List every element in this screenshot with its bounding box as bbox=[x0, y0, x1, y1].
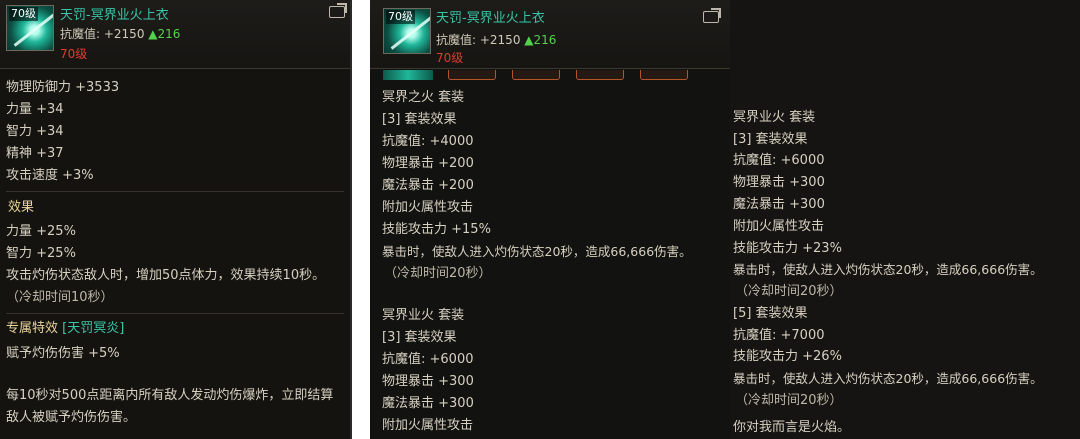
exclusive-tag: [天罚冥炎] bbox=[62, 321, 125, 336]
set-effect-line: 暴击时，使敌人进入灼伤状态20秒，造成66,666伤害。 bbox=[733, 262, 1043, 277]
set-effect-line: 物理暴击 +300 bbox=[382, 374, 474, 389]
set-effect-line: 魔法暴击 +300 bbox=[382, 396, 474, 411]
base-stat: 攻击速度 +3% bbox=[6, 168, 94, 183]
set-effect-line: 附加火属性攻击 bbox=[382, 418, 474, 433]
set-title: 冥界业火 套装 bbox=[733, 110, 816, 125]
cooldown-note: （冷却时间20秒） bbox=[384, 266, 492, 281]
divider bbox=[6, 191, 344, 192]
effect-line: 攻击灼伤状态敌人时，增加50点体力，效果持续10秒。 bbox=[6, 268, 326, 283]
exclusive-line: 敌人被赋予灼伤伤害。 bbox=[6, 410, 137, 425]
tooltip-header: 70级 天罚-冥界业火上衣 抗魔值: +2150 ▲216 70级 bbox=[0, 0, 350, 69]
set-effect-label: [5] 套装效果 bbox=[733, 306, 808, 321]
set-effect-label: [3] 套装效果 bbox=[382, 330, 457, 345]
resist-up-value: ▲216 bbox=[524, 33, 557, 47]
item-slot bbox=[448, 70, 496, 80]
cooldown-note: （冷却时间20秒） bbox=[735, 393, 843, 408]
effect-line: 智力 +25% bbox=[6, 246, 76, 261]
flavor-text: 你对我而言是火焰。 bbox=[733, 420, 851, 435]
share-icon[interactable] bbox=[703, 11, 719, 23]
set-effect-line: 魔法暴击 +200 bbox=[382, 178, 474, 193]
resist-stat: 抗魔值: +2150 ▲216 bbox=[436, 33, 557, 47]
item-slot bbox=[512, 70, 560, 80]
item-name: 天罚-冥界业火上衣 bbox=[436, 11, 545, 26]
set-effect-label: [3] 套装效果 bbox=[733, 132, 808, 147]
set-effect-line: 暴击时，使敌人进入灼伤状态20秒，造成66,666伤害。 bbox=[382, 244, 692, 259]
set-effect-line: 抗魔值: +6000 bbox=[733, 153, 825, 168]
base-stat: 智力 +34 bbox=[6, 124, 64, 139]
base-stat: 精神 +37 bbox=[6, 146, 64, 161]
tooltip-header: 70级 天罚-冥界业火上衣 抗魔值: +2150 ▲216 70级 bbox=[370, 0, 730, 69]
base-stat: 物理防御力 +3533 bbox=[6, 80, 120, 95]
item-slot-preview bbox=[383, 70, 433, 80]
exclusive-line: 赋予灼伤伤害 +5% bbox=[6, 346, 120, 361]
set-effect-line: 附加火属性攻击 bbox=[733, 219, 825, 234]
resist-up-value: ▲216 bbox=[148, 27, 181, 41]
set-effect-line: 物理暴击 +200 bbox=[382, 156, 474, 171]
cooldown-note: （冷却时间20秒） bbox=[735, 284, 843, 299]
resist-stat: 抗魔值: +2150 ▲216 bbox=[60, 27, 181, 41]
set-effect-line: 抗魔值: +4000 bbox=[382, 134, 474, 149]
effect-title: 效果 bbox=[8, 200, 35, 215]
base-stat: 力量 +34 bbox=[6, 102, 64, 117]
armor-item-icon: 70级 bbox=[6, 5, 54, 51]
set-effect-line: 魔法暴击 +300 bbox=[733, 197, 825, 212]
effect-line: 力量 +25% bbox=[6, 224, 76, 239]
set-title: 冥界之火 套装 bbox=[382, 90, 465, 105]
set-effect-line: 技能攻击力 +23% bbox=[733, 241, 842, 256]
item-tooltip-panel-1: 70级 天罚-冥界业火上衣 抗魔值: +2150 ▲216 70级 物理防御力 … bbox=[0, 0, 352, 439]
set-effect-label: [3] 套装效果 bbox=[382, 112, 457, 127]
set-effect-line: 附加火属性攻击 bbox=[382, 200, 474, 215]
set-effect-line: 抗魔值: +7000 bbox=[733, 328, 825, 343]
armor-item-icon: 70级 bbox=[383, 8, 431, 54]
cooldown-note: （冷却时间10秒） bbox=[6, 290, 114, 305]
level-requirement: 70级 bbox=[436, 51, 464, 65]
item-slot bbox=[576, 70, 624, 80]
set-title: 冥界业火 套装 bbox=[382, 308, 465, 323]
item-tooltip-panel-3: 冥界业火 套装 [3] 套装效果 抗魔值: +6000 物理暴击 +300 魔法… bbox=[730, 0, 1080, 439]
exclusive-line: 每10秒对500点距离内所有敌人发动灼伤爆炸，立即结算 bbox=[6, 388, 334, 403]
item-name: 天罚-冥界业火上衣 bbox=[60, 8, 169, 23]
exclusive-effect-header: 专属特效 [天罚冥炎] bbox=[6, 321, 125, 336]
item-tooltip-panel-2: 70级 天罚-冥界业火上衣 抗魔值: +2150 ▲216 70级 冥界之火 套… bbox=[370, 0, 730, 439]
set-effect-line: 技能攻击力 +26% bbox=[733, 349, 842, 364]
divider bbox=[6, 313, 344, 314]
item-level-badge: 70级 bbox=[386, 10, 415, 24]
set-effect-line: 暴击时，使敌人进入灼伤状态20秒，造成66,666伤害。 bbox=[733, 371, 1043, 386]
set-effect-line: 物理暴击 +300 bbox=[733, 175, 825, 190]
set-effect-line: 技能攻击力 +15% bbox=[382, 222, 491, 237]
item-slot bbox=[640, 70, 688, 80]
share-icon[interactable] bbox=[329, 6, 345, 18]
set-effect-line: 抗魔值: +6000 bbox=[382, 352, 474, 367]
item-level-badge: 70级 bbox=[9, 7, 38, 21]
level-requirement: 70级 bbox=[60, 47, 88, 61]
